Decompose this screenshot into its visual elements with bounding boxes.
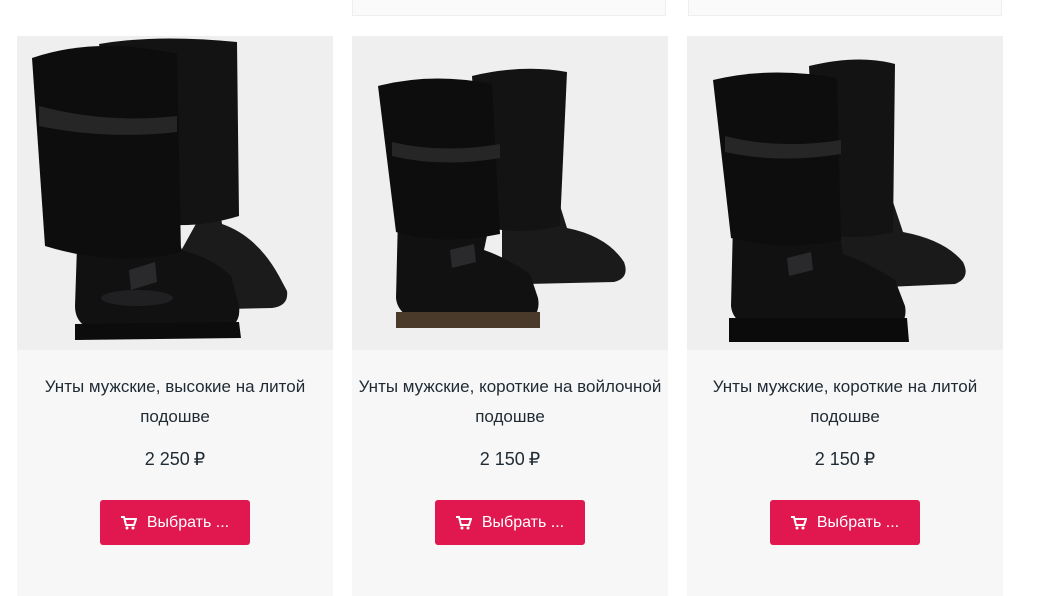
product-price: 2 250 ₽ [17, 448, 333, 470]
product-title[interactable]: Унты мужские, короткие на литой подошве [691, 372, 999, 432]
shopping-cart-icon [120, 515, 137, 530]
product-price: 2 150 ₽ [687, 448, 1003, 470]
short-fur-boots-felt-sole-image [352, 36, 668, 350]
button-label: Выбрать ... [481, 513, 565, 531]
product-image[interactable] [17, 36, 333, 350]
tall-fur-boots-image [17, 36, 333, 350]
short-fur-boots-cast-sole-image [687, 36, 1003, 350]
product-image[interactable] [352, 36, 668, 350]
product-card: Унты мужские, короткие на литой подошве … [687, 36, 1003, 596]
currency-symbol: ₽ [193, 449, 206, 469]
shopping-cart-icon [790, 515, 807, 530]
product-price: 2 150 ₽ [352, 448, 668, 470]
button-label: Выбрать ... [816, 513, 900, 531]
price-value: 2 150 [479, 449, 525, 469]
price-value: 2 250 [144, 449, 190, 469]
previous-row-card-bottom [688, 0, 1002, 16]
select-options-button[interactable]: Выбрать ... [100, 500, 250, 545]
previous-row-card-bottom [352, 0, 666, 16]
product-title[interactable]: Унты мужские, короткие на войлочной подо… [356, 372, 664, 432]
currency-symbol: ₽ [863, 449, 876, 469]
product-card: Унты мужские, высокие на литой подошве 2… [17, 36, 333, 596]
button-label: Выбрать ... [146, 513, 230, 531]
currency-symbol: ₽ [528, 449, 541, 469]
product-title[interactable]: Унты мужские, высокие на литой подошве [21, 372, 329, 432]
shopping-cart-icon [455, 515, 472, 530]
product-card: Унты мужские, короткие на войлочной подо… [352, 36, 668, 596]
select-options-button[interactable]: Выбрать ... [435, 500, 585, 545]
product-image[interactable] [687, 36, 1003, 350]
select-options-button[interactable]: Выбрать ... [770, 500, 920, 545]
price-value: 2 150 [814, 449, 860, 469]
